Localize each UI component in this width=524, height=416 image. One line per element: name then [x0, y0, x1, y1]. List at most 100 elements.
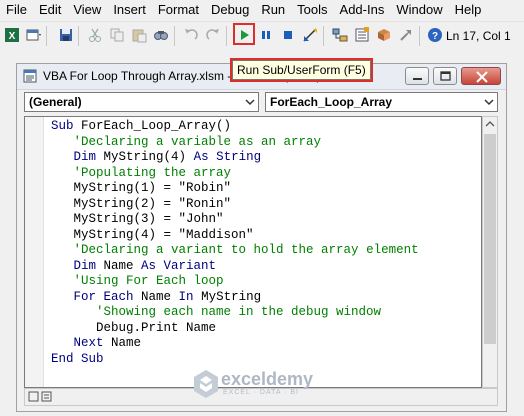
toolbar-separator: [226, 26, 227, 46]
menu-view[interactable]: View: [67, 0, 107, 20]
code-text-segment: [51, 290, 74, 304]
code-line[interactable]: Sub ForEach_Loop_Array(): [51, 119, 419, 135]
code-text-segment: [51, 243, 74, 257]
code-text-segment: [51, 150, 74, 164]
standard-toolbar: X ? Ln 17, Col 1: [0, 21, 524, 50]
menu-debug[interactable]: Debug: [205, 0, 255, 20]
scroll-up-icon[interactable]: [483, 117, 497, 131]
code-text-segment: MyString(2) = "Ronin": [73, 196, 232, 211]
code-text-segment: MyString(4) = "Maddison": [73, 227, 254, 242]
menu-window[interactable]: Window: [390, 0, 448, 20]
code-keyword: As Variant: [141, 258, 217, 273]
code-text-segment: Name: [103, 336, 142, 350]
cut-icon[interactable]: [86, 26, 104, 44]
code-line[interactable]: MyString(3) = "John": [51, 212, 419, 228]
menu-run[interactable]: Run: [255, 0, 291, 20]
svg-text:?: ?: [432, 31, 438, 42]
scrollbar-thumb[interactable]: [484, 134, 496, 344]
code-comment: 'Showing each name in the debug window: [96, 305, 382, 319]
menu-file[interactable]: File: [0, 0, 33, 20]
chevron-down-icon[interactable]: [242, 93, 258, 111]
code-comment: 'Using For Each loop: [73, 274, 224, 288]
help-icon[interactable]: ?: [426, 26, 444, 44]
insert-module-icon[interactable]: [25, 26, 43, 44]
vertical-scrollbar[interactable]: [482, 116, 498, 388]
code-line[interactable]: For Each Name In MyString: [51, 290, 419, 306]
paste-icon[interactable]: [130, 26, 148, 44]
save-icon[interactable]: [57, 26, 75, 44]
menu-tools[interactable]: Tools: [291, 0, 333, 20]
project-explorer-icon[interactable]: [331, 26, 349, 44]
code-text[interactable]: Sub ForEach_Loop_Array() 'Declaring a va…: [51, 119, 419, 367]
code-line[interactable]: MyString(2) = "Ronin": [51, 197, 419, 213]
code-text-segment: [51, 135, 74, 149]
object-combo[interactable]: (General): [24, 92, 259, 112]
menu-insert[interactable]: Insert: [107, 0, 152, 20]
toolbar-separator: [323, 26, 324, 46]
code-editor[interactable]: Sub ForEach_Loop_Array() 'Declaring a va…: [24, 116, 482, 388]
code-keyword: For Each: [73, 289, 134, 304]
code-text-segment: Name: [133, 289, 179, 304]
undo-icon[interactable]: [182, 26, 200, 44]
minimize-button[interactable]: [405, 67, 429, 85]
copy-icon[interactable]: [108, 26, 126, 44]
break-icon[interactable]: [257, 26, 275, 44]
code-keyword: Next: [73, 336, 104, 350]
chevron-down-icon[interactable]: [481, 93, 497, 111]
menu-add-ins[interactable]: Add-Ins: [334, 0, 391, 20]
code-line[interactable]: End Sub: [51, 352, 419, 368]
find-icon[interactable]: [152, 26, 170, 44]
reset-icon[interactable]: [279, 26, 297, 44]
procedure-combo-value: ForEach_Loop_Array: [270, 95, 393, 109]
code-line[interactable]: Next Name: [51, 336, 419, 352]
object-browser-icon[interactable]: [375, 26, 393, 44]
code-keyword: Sub: [51, 119, 74, 133]
toolbar-separator: [78, 26, 79, 46]
run-button-highlight: [233, 23, 255, 45]
exceldemy-logo-icon: [194, 370, 218, 398]
code-line[interactable]: 'Using For Each loop: [51, 274, 419, 290]
code-comment: 'Declaring a variable as an array: [73, 134, 322, 149]
code-keyword: As String: [193, 150, 262, 164]
watermark-name: exceldemy: [221, 369, 314, 389]
procedure-combo[interactable]: ForEach_Loop_Array: [265, 92, 498, 112]
code-line[interactable]: 'Populating the array: [51, 166, 419, 182]
menu-format[interactable]: Format: [152, 0, 205, 20]
code-line[interactable]: 'Showing each name in the debug window: [51, 305, 419, 321]
run-tooltip: Run Sub/UserForm (F5): [230, 58, 373, 82]
properties-icon[interactable]: [353, 26, 371, 44]
redo-icon[interactable]: [204, 26, 222, 44]
code-text-segment: MyString(4): [96, 150, 194, 164]
code-text-segment: ForEach_Loop_Array(): [73, 119, 232, 133]
toolbox-icon[interactable]: [397, 26, 415, 44]
code-text-segment: [51, 259, 74, 273]
module-icon: [23, 69, 37, 83]
code-text-segment: MyString: [193, 289, 262, 304]
menu-bar: File Edit View Insert Format Debug Run T…: [0, 0, 524, 20]
toolbar-separator: [419, 26, 420, 46]
code-keyword: Dim: [73, 258, 97, 273]
code-line[interactable]: Dim Name As Variant: [51, 259, 419, 275]
margin-indicator-bar[interactable]: [25, 117, 44, 387]
code-line[interactable]: Dim MyString(4) As String: [51, 150, 419, 166]
code-keyword: End Sub: [51, 351, 104, 366]
code-line[interactable]: 'Declaring a variable as an array: [51, 135, 419, 151]
code-text-segment: [51, 212, 74, 226]
close-button[interactable]: [461, 67, 501, 85]
code-line[interactable]: 'Declaring a variant to hold the array e…: [51, 243, 419, 259]
code-text-segment: [51, 305, 96, 319]
menu-edit[interactable]: Edit: [33, 0, 67, 20]
excel-icon[interactable]: X: [3, 26, 21, 44]
code-line[interactable]: Debug.Print Name: [51, 321, 419, 337]
toolbar-separator: [46, 26, 47, 46]
design-mode-icon[interactable]: [301, 26, 319, 44]
view-buttons-icon[interactable]: [27, 389, 57, 405]
object-combo-value: (General): [29, 95, 82, 109]
code-line[interactable]: MyString(4) = "Maddison": [51, 228, 419, 244]
code-comment: 'Populating the array: [73, 165, 232, 180]
maximize-button[interactable]: [433, 67, 457, 85]
cursor-position-status: Ln 17, Col 1: [446, 29, 511, 43]
code-line[interactable]: MyString(1) = "Robin": [51, 181, 419, 197]
code-text-segment: [51, 181, 74, 195]
menu-help[interactable]: Help: [449, 0, 488, 20]
